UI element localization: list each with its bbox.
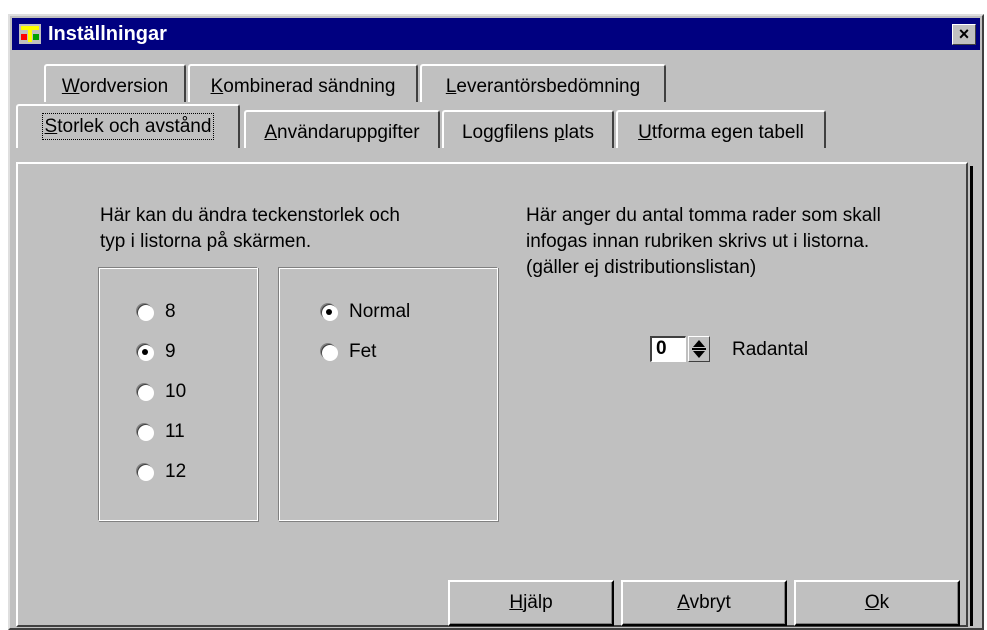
style-option-fet[interactable]: Fet [321, 340, 376, 364]
rows-description-line3: (gäller ej distributionslistan) [526, 257, 757, 278]
tab-leverantorsbedomning[interactable]: Leverantörsbedömning [420, 64, 666, 102]
close-button[interactable]: × [952, 24, 976, 45]
rows-description-line1: Här anger du antal tomma rader som skall [526, 205, 881, 226]
font-style-group: Normal Fet [278, 267, 498, 521]
tab-panel: Här kan du ändra teckenstorlek och typ i… [16, 162, 968, 627]
ok-button[interactable]: Ok [794, 580, 960, 626]
app-icon [19, 24, 41, 44]
cancel-button[interactable]: Avbryt [621, 580, 787, 626]
help-button[interactable]: Hjälp [448, 580, 614, 626]
radio-button-selected[interactable] [137, 344, 153, 360]
settings-dialog: Inställningar × Wordversion Kombinerad s… [8, 14, 984, 630]
tab-utforma-egen-tabell[interactable]: Utforma egen tabell [616, 110, 826, 148]
tab-loggfilens-plats[interactable]: Loggfilens plats [442, 110, 614, 148]
size-option-12[interactable]: 12 [137, 460, 186, 484]
radio-button[interactable] [137, 464, 153, 480]
tab-anvandaruppgifter[interactable]: Användaruppgifter [244, 110, 440, 148]
tab-wordversion[interactable]: Wordversion [44, 64, 186, 102]
size-option-10[interactable]: 10 [137, 380, 186, 404]
font-description-line2: typ i listorna på skärmen. [100, 231, 312, 252]
close-icon: × [958, 24, 970, 44]
window-title: Inställningar [48, 23, 167, 45]
tab-kombinerad-sandning[interactable]: Kombinerad sändning [188, 64, 418, 102]
radio-button[interactable] [137, 384, 153, 400]
title-bar[interactable]: Inställningar × [12, 18, 980, 50]
radio-dot-icon [326, 309, 332, 315]
size-option-11[interactable]: 11 [137, 420, 185, 444]
rows-description-line2: infogas innan rubriken skrivs ut i listo… [526, 231, 870, 252]
panel-shadow [970, 166, 973, 626]
size-option-9[interactable]: 9 [137, 340, 176, 364]
radio-button[interactable] [137, 424, 153, 440]
font-size-group: 8 9 10 11 12 [98, 267, 258, 521]
size-option-8[interactable]: 8 [137, 300, 176, 324]
radio-button-selected[interactable] [321, 304, 337, 320]
radio-button[interactable] [321, 344, 337, 360]
tab-storlek-och-avstand[interactable]: Storlek och avstånd [16, 104, 240, 148]
radio-button[interactable] [137, 304, 153, 320]
row-count-spinner[interactable] [688, 336, 710, 362]
style-option-normal[interactable]: Normal [321, 300, 410, 324]
spin-arrows-icon [692, 340, 706, 358]
row-count-label: Radantal [732, 339, 809, 360]
row-count-input[interactable]: 0 [650, 336, 686, 362]
radio-dot-icon [142, 349, 148, 355]
font-description-line1: Här kan du ändra teckenstorlek och [100, 205, 400, 226]
